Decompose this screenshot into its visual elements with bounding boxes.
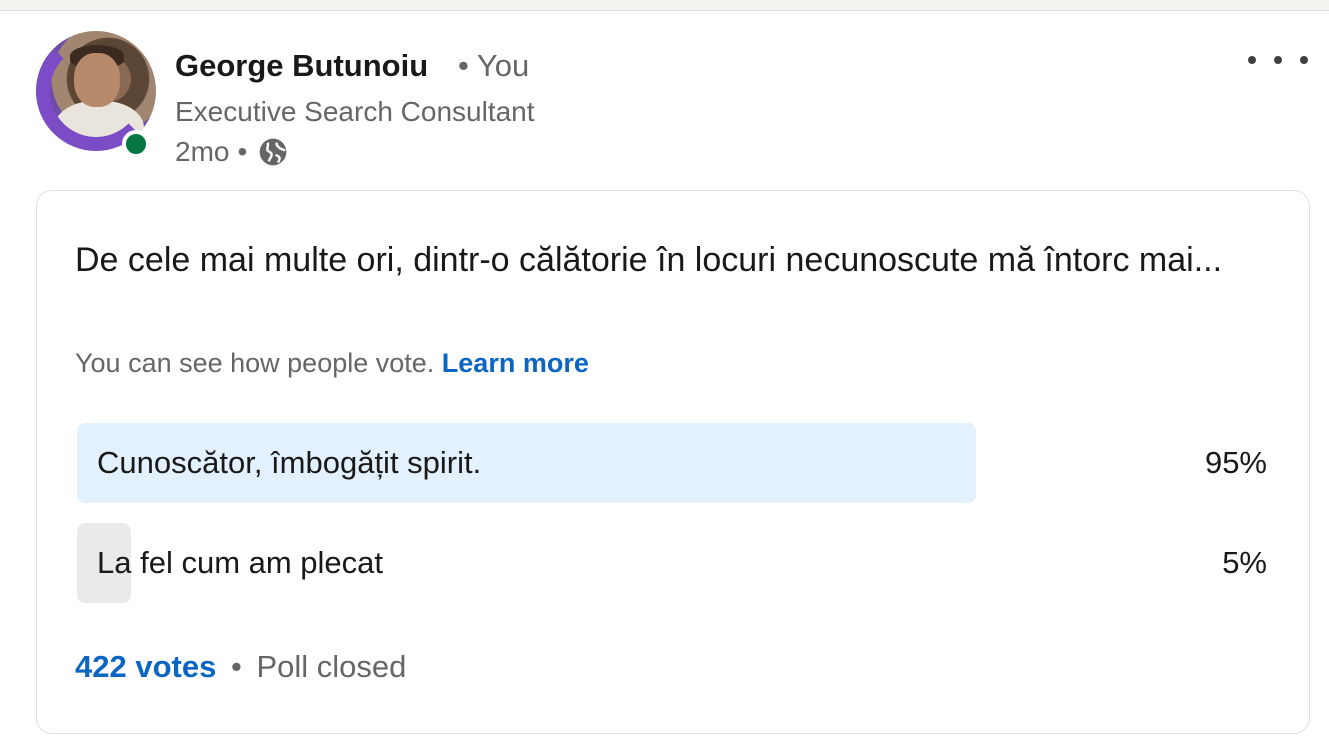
poll-question: De cele mai multe ori, dintr-o călătorie… xyxy=(75,241,1223,279)
poll-status: Poll closed xyxy=(256,649,407,684)
poll-container: De cele mai multe ori, dintr-o călătorie… xyxy=(36,190,1310,734)
globe-icon xyxy=(257,136,289,168)
poll-footer: 422 votes • Poll closed xyxy=(75,649,406,685)
footer-separator: • xyxy=(230,649,242,684)
poll-option-percent: 95% xyxy=(1204,445,1267,480)
poll-note: You can see how people vote. Learn more xyxy=(75,348,589,379)
post-time: 2mo xyxy=(175,136,230,167)
votes-count-link[interactable]: 422 votes xyxy=(75,649,216,684)
learn-more-link[interactable]: Learn more xyxy=(442,348,589,378)
author-headline: Executive Search Consultant xyxy=(175,96,535,127)
meta-separator: • xyxy=(237,136,248,167)
feed-background xyxy=(0,0,1329,10)
author-you-label: • You xyxy=(458,48,530,83)
poll-option-label: La fel cum am plecat xyxy=(97,545,384,580)
more-horizontal-icon[interactable] xyxy=(1248,42,1308,78)
author-name[interactable]: George Butunoiu xyxy=(175,48,428,84)
poll-option-percent: 5% xyxy=(1222,545,1267,580)
poll-visibility-note: You can see how people vote. xyxy=(75,348,435,378)
poll-option[interactable]: Cunoscător, îmbogățit spirit. 95% xyxy=(77,423,1267,503)
post-meta: 2mo • xyxy=(175,136,289,168)
poll-option-label: Cunoscător, îmbogățit spirit. xyxy=(97,445,482,480)
poll-option[interactable]: La fel cum am plecat 5% xyxy=(77,523,1267,603)
online-status-indicator xyxy=(122,130,150,158)
